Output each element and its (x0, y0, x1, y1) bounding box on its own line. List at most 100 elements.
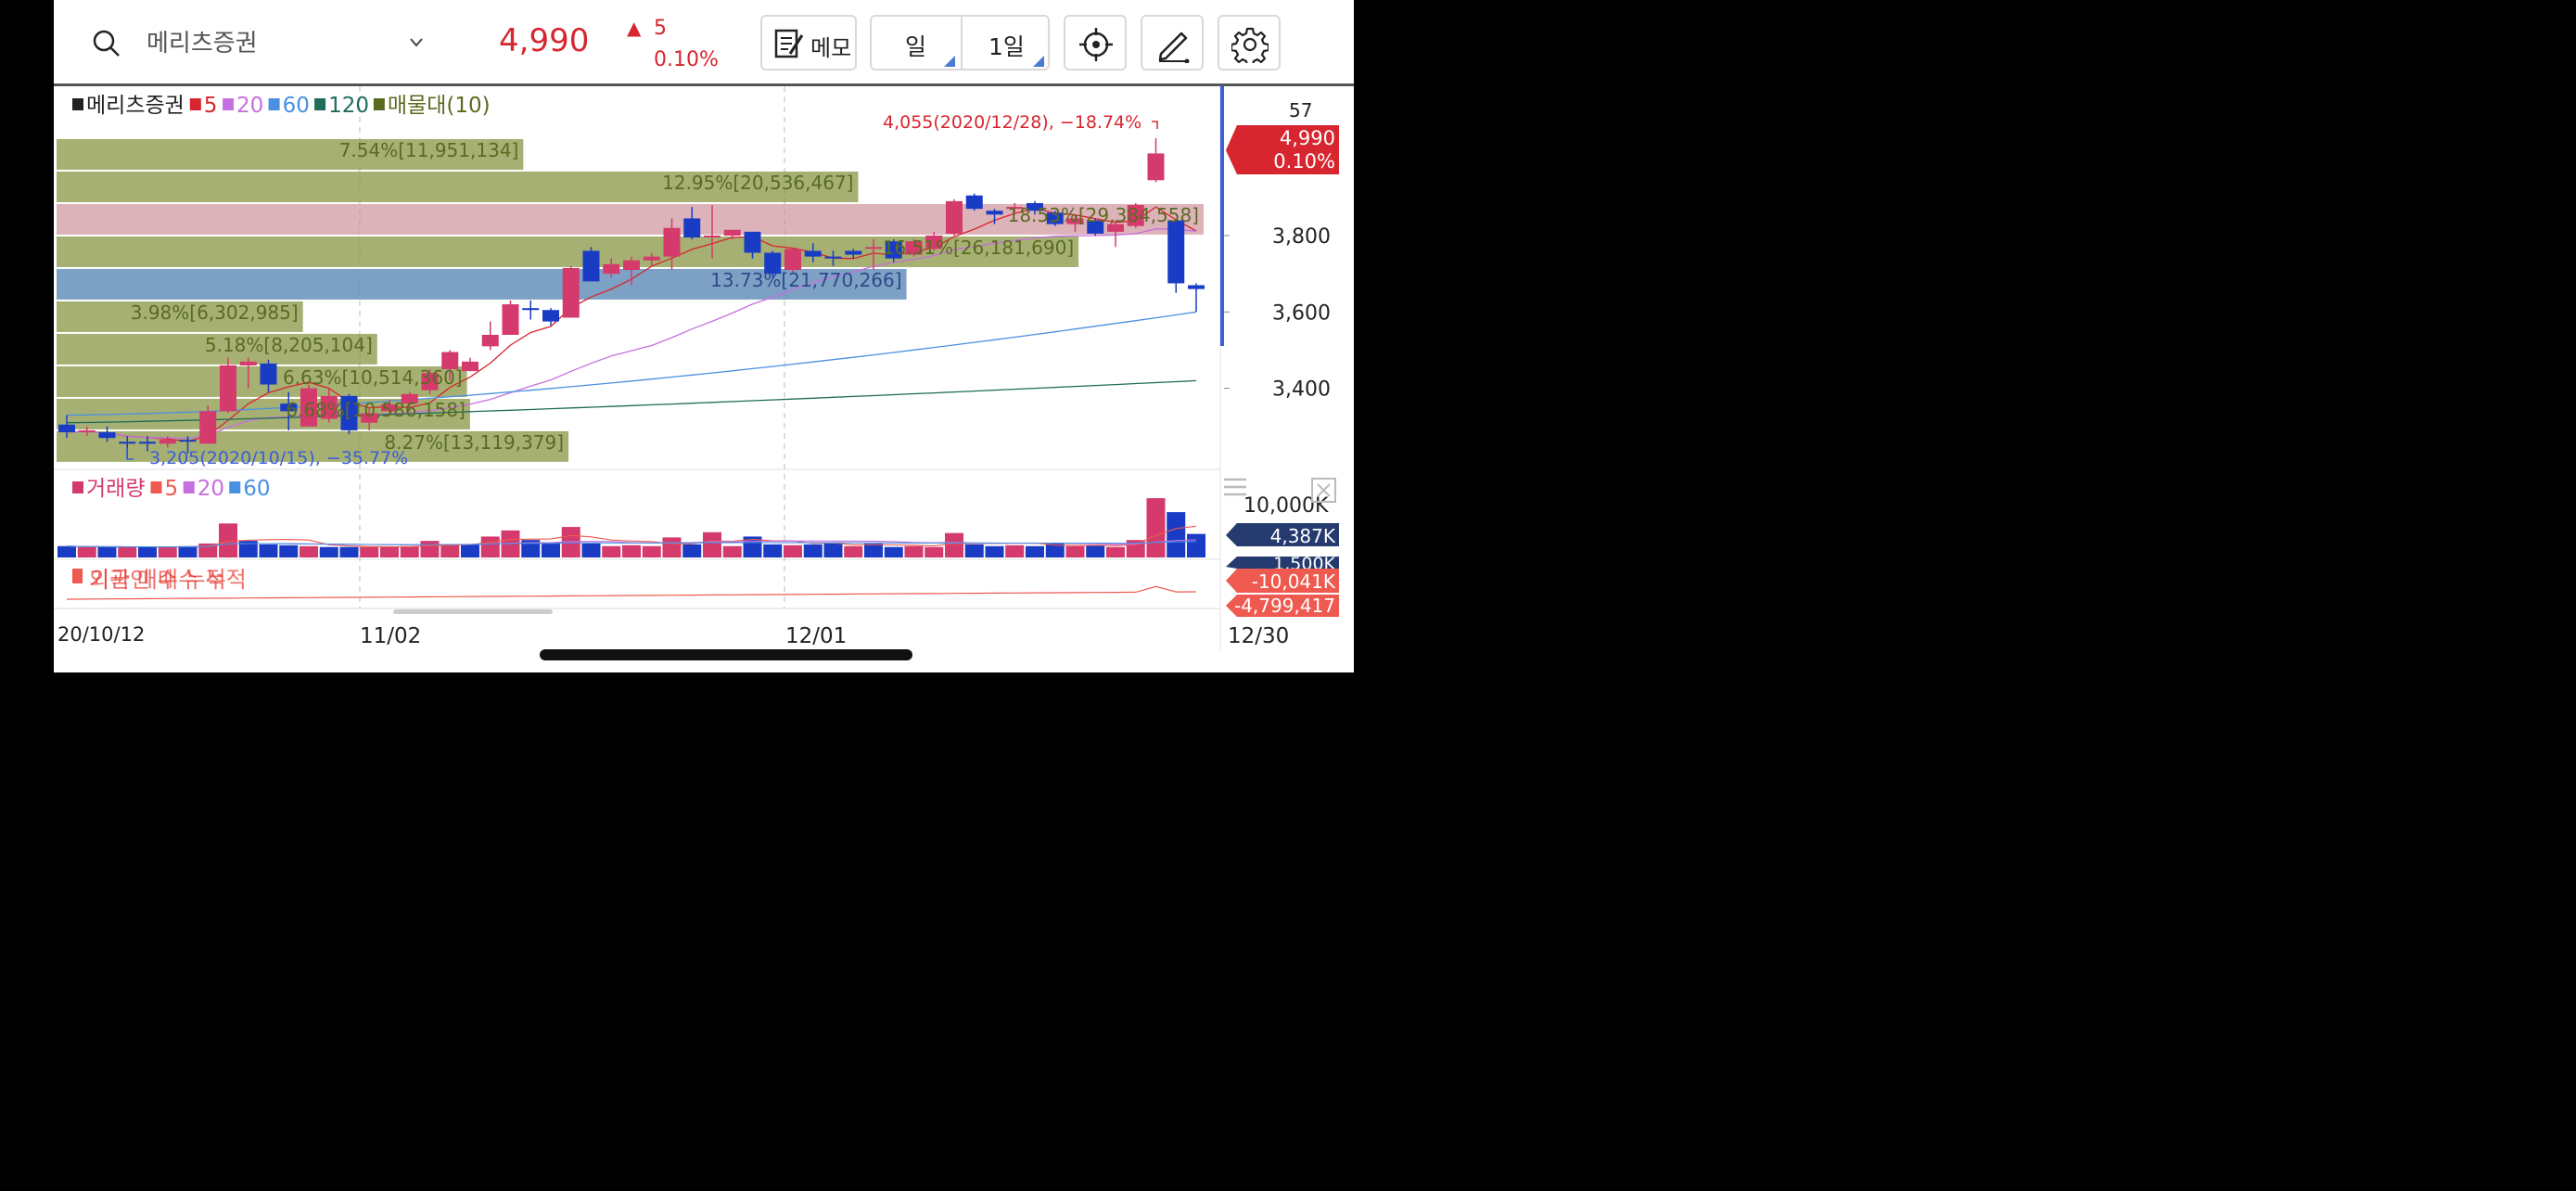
investor-legend-institution: 기관 매수 누적 (89, 567, 226, 593)
low-annotation: 3,205(2020/10/15), −35.77% (149, 448, 408, 468)
volume-bar (319, 546, 338, 557)
candle-body (824, 256, 842, 259)
investor-badge-2-value: -4,799,417 (1234, 595, 1335, 617)
legend-swatch (229, 481, 241, 493)
candle-body (946, 200, 963, 234)
legend-swatch (268, 98, 280, 110)
volume-bar (662, 537, 682, 557)
memo-label: 메모 (810, 35, 852, 61)
volume-bar (682, 544, 702, 557)
candle-body (139, 442, 156, 444)
volume-bar (480, 536, 500, 557)
y-tick-label: 3,800 (1272, 225, 1331, 249)
candle-body (502, 304, 519, 336)
axis-top-label: 57 (1289, 99, 1312, 122)
volume-bar (420, 541, 440, 557)
legend-label: 거래량 (86, 477, 145, 501)
volume-bar (138, 546, 157, 557)
volume-bar (57, 545, 76, 557)
legend-label: 5 (164, 477, 178, 501)
volume-tick-label: 10,000K (1243, 494, 1329, 518)
legend-swatch (314, 98, 326, 110)
volume-bar (784, 544, 802, 557)
legend-swatch (72, 481, 83, 493)
crosshair-button[interactable] (1064, 15, 1127, 70)
volume-bar (279, 544, 299, 557)
interval-button[interactable]: 1일 (988, 29, 1025, 62)
candle-body (98, 431, 116, 439)
x-tick-label: 11/02 (360, 624, 421, 648)
candle-body (744, 231, 761, 253)
period-divider (961, 17, 963, 69)
volume-bar (219, 523, 237, 557)
chevron-down-icon[interactable] (409, 37, 424, 48)
volume-bar (300, 545, 318, 557)
volume-profile-label: 16.51%[26,181,690] (883, 237, 1074, 259)
candle-body (965, 195, 983, 210)
change-amount: 5 (654, 17, 667, 40)
candle-body (986, 211, 1003, 215)
volume-bar (703, 531, 721, 557)
volume-bar (1086, 544, 1105, 557)
candle-body (159, 440, 176, 444)
volume-bar (1005, 544, 1025, 557)
volume-bar (97, 546, 117, 557)
memo-button[interactable]: 메모 (760, 15, 857, 70)
volume-bar (964, 544, 984, 557)
candle-body (1167, 220, 1185, 284)
candle-body (1188, 285, 1205, 289)
candle-body (119, 442, 136, 444)
volume-bar (722, 545, 742, 557)
period-day-button[interactable]: 일 (905, 29, 926, 62)
candle-body (220, 365, 236, 412)
volume-bar (178, 545, 198, 557)
home-indicator[interactable] (540, 649, 912, 660)
volume-bar (642, 545, 661, 557)
candle-body (1147, 153, 1165, 181)
pane-menu-icon[interactable] (1224, 478, 1246, 496)
volume-bar (602, 545, 621, 557)
volume-bar (259, 544, 278, 557)
candle-body (462, 361, 478, 372)
volume-bar (985, 545, 1004, 557)
change-up-arrow: ▲ (627, 17, 642, 39)
volume-bar (803, 544, 823, 557)
candle-body (683, 218, 701, 238)
legend-swatch (189, 98, 201, 110)
current-price: 4,990 (499, 22, 590, 59)
volume-bar (763, 544, 783, 557)
draw-tool-button[interactable] (1141, 15, 1204, 70)
volume-bar (844, 545, 863, 557)
volume-bar (1065, 545, 1085, 557)
gear-icon (1231, 27, 1269, 63)
high-annotation: 4,055(2020/12/28), −18.74% (883, 112, 1141, 133)
stock-chart[interactable]: 7.54%[11,951,134] 12.95%[20,536,467] 18.53… (54, 86, 1354, 672)
volume-profile-label: 7.54%[11,951,134] (339, 139, 519, 161)
candle-body (582, 250, 600, 282)
stock-name-input[interactable]: 메리츠증권 (147, 24, 258, 58)
candle-body (865, 247, 882, 250)
period-selector: 일 1일 (870, 15, 1050, 70)
volume-bar (542, 543, 560, 557)
chart-app-frame: 메리츠증권 4,990 ▲ 5 0.10% 메모 일 1일 7.54%[11,9… (54, 0, 1354, 672)
y-tick-label: 3,400 (1272, 378, 1331, 402)
settings-button[interactable] (1218, 15, 1281, 70)
legend-label: 120 (328, 94, 369, 118)
memo-icon (774, 29, 804, 58)
price-axis-scroll-indicator[interactable] (1220, 86, 1224, 346)
toolbar: 메리츠증권 4,990 ▲ 5 0.10% 메모 일 1일 (54, 0, 1354, 86)
candle-body (623, 260, 640, 271)
legend-label: 메리츠증권 (86, 94, 185, 118)
candle-body (784, 249, 801, 271)
volume-profile-label: 8.27%[13,119,379] (384, 431, 564, 454)
candle-body (704, 235, 721, 237)
volume-profile-label: 6.63%[10,514,360] (283, 366, 463, 389)
volume-bar (1146, 498, 1166, 557)
legend-label: 5 (204, 94, 218, 118)
volume-bar (400, 545, 419, 557)
horizontal-scrollbar[interactable] (393, 609, 553, 614)
volume-bar (158, 546, 177, 557)
price-badge-value: 4,990 (1280, 127, 1335, 149)
candle-body (643, 256, 660, 261)
search-icon[interactable] (93, 30, 121, 58)
